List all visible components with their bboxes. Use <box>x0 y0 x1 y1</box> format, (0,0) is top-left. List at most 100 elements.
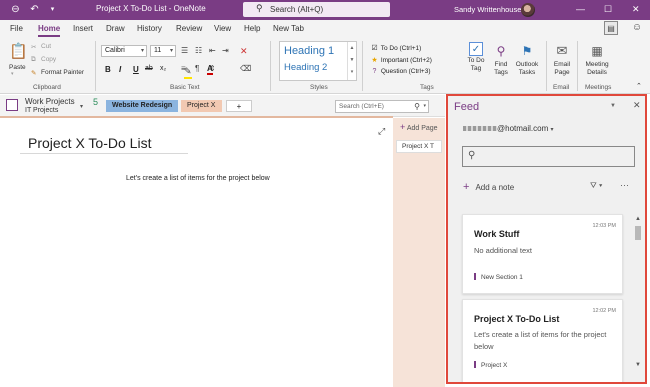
todo-tag-button[interactable]: ✓ To Do Tag <box>463 42 489 73</box>
paste-button[interactable]: Paste <box>9 64 26 71</box>
styles-gallery[interactable]: Heading 1 Heading 2 ▲ ▼ ▾ <box>279 41 357 81</box>
delete-icon[interactable]: ⌫ <box>240 63 251 75</box>
tab-review[interactable]: Review <box>176 24 202 33</box>
scroll-down-icon[interactable]: ▼ <box>635 362 641 368</box>
feed-scrollbar[interactable]: ▲ ▼ <box>634 216 643 374</box>
format-painter-icon[interactable]: ✎ <box>31 69 36 77</box>
heading2-style[interactable]: Heading 2 <box>284 62 327 73</box>
scroll-up-icon[interactable]: ▲ <box>635 216 641 222</box>
tag-question[interactable]: ? Question (Ctrl+3) <box>370 68 431 75</box>
heading1-style[interactable]: Heading 1 <box>284 45 334 57</box>
font-color-button[interactable]: A <box>207 65 213 75</box>
window-title: Project X To-Do List - OneNote <box>96 4 206 13</box>
avatar[interactable] <box>521 3 535 17</box>
chevron-down-icon[interactable]: ▼ <box>610 103 616 109</box>
tab-new-tab[interactable]: New Tab <box>273 24 304 33</box>
page-canvas[interactable]: Project X To-Do List ⤢ Let's create a li… <box>0 118 393 387</box>
search-placeholder: Search (Alt+Q) <box>270 5 324 14</box>
tab-help[interactable]: Help <box>244 24 260 33</box>
user-name[interactable]: Sandy Writtenhouse <box>454 5 521 14</box>
title-bar: ⊖ ↶ ▾ Project X To-Do List - OneNote ⚲ S… <box>0 0 650 20</box>
format-painter-button[interactable]: Format Painter <box>41 69 84 76</box>
font-name-select[interactable]: Calibri ▾ <box>101 45 147 57</box>
minimize-icon[interactable]: — <box>576 4 585 15</box>
copy-icon[interactable]: ⧉ <box>31 56 36 64</box>
font-size-select[interactable]: 11 ▾ <box>150 45 176 57</box>
outlook-tasks-button[interactable]: ⚑ Outlook Tasks <box>512 42 542 77</box>
styles-scroll[interactable]: ▲ ▼ ▾ <box>347 42 356 80</box>
tags-gallery[interactable]: ☑ To Do (Ctrl+1) ★ Important (Ctrl+2) ? … <box>367 41 458 81</box>
redacted-email <box>463 126 497 132</box>
page-title[interactable]: Project X To-Do List <box>28 135 151 151</box>
notebook-name[interactable]: Work Projects <box>25 97 75 106</box>
account-selector[interactable]: @hotmail.com ▾ <box>463 124 554 133</box>
scroll-thumb[interactable] <box>635 226 641 240</box>
clear-format-icon[interactable]: ✕ <box>240 45 248 57</box>
cut-button[interactable]: Cut <box>41 43 51 50</box>
tab-view[interactable]: View <box>214 24 231 33</box>
qat-dropdown-icon[interactable]: ▾ <box>46 3 59 16</box>
notebook-pane-icon[interactable]: ▤ <box>604 21 618 35</box>
feed-search-input[interactable]: ⚲ <box>462 146 635 167</box>
search-icon: ⚲ <box>256 3 263 13</box>
cut-icon[interactable]: ✂ <box>31 43 36 51</box>
subscript-button[interactable]: x₂ <box>160 65 166 72</box>
page-search-placeholder: Search (Ctrl+E) <box>339 103 384 110</box>
page-body-text[interactable]: Let's create a list of items for the pro… <box>126 175 270 182</box>
filter-icon[interactable]: ⛛ ▾ <box>590 181 602 191</box>
copy-button[interactable]: Copy <box>41 56 56 63</box>
section-tab-project-x[interactable]: Project X <box>181 100 222 112</box>
expand-icon[interactable]: ⤢ <box>378 126 385 137</box>
title-underline <box>20 153 188 154</box>
close-icon[interactable]: ✕ <box>632 4 640 15</box>
notebook-icon[interactable] <box>6 99 18 111</box>
feed-title: Feed <box>454 101 480 113</box>
section-color-bar <box>474 361 476 368</box>
feed-card[interactable]: 12:03 PM Work Stuff No additional text N… <box>462 214 623 294</box>
more-options-icon[interactable]: ··· <box>620 180 629 190</box>
tab-file[interactable]: File <box>10 24 23 33</box>
section-tab-website-redesign[interactable]: Website Redesign <box>106 100 178 112</box>
add-page-button[interactable]: + Add Page <box>400 122 438 132</box>
separator <box>270 41 271 91</box>
tag-todo[interactable]: ☑ To Do (Ctrl+1) <box>370 44 421 52</box>
envelope-icon: ✉ <box>556 43 568 58</box>
italic-button[interactable]: I <box>119 65 121 74</box>
add-section-button[interactable]: + <box>226 100 252 112</box>
search-box[interactable]: ⚲ Search (Alt+Q) <box>243 2 390 17</box>
bold-button[interactable]: B <box>105 65 111 74</box>
find-tags-button[interactable]: ⚲ Find Tags <box>490 42 512 77</box>
page-search-input[interactable]: Search (Ctrl+E) ⚲ ▾ <box>335 100 429 113</box>
close-icon[interactable]: ✕ <box>633 100 641 111</box>
increase-indent-icon[interactable]: ⇥ <box>222 45 229 57</box>
plus-icon: + <box>463 181 470 193</box>
bullets-icon[interactable]: ☰ <box>181 45 188 57</box>
tab-history[interactable]: History <box>137 24 162 33</box>
maximize-icon[interactable]: ☐ <box>604 4 612 15</box>
add-note-button[interactable]: + Add a note <box>463 181 514 193</box>
section-group-name[interactable]: IT Projects <box>25 107 58 114</box>
highlight-icon[interactable]: ✎ <box>184 65 192 79</box>
numbering-icon[interactable]: ☷ <box>195 45 202 57</box>
underline-button[interactable]: U <box>133 65 139 74</box>
tab-draw[interactable]: Draw <box>106 24 125 33</box>
strikethrough-button[interactable]: ab <box>145 65 153 72</box>
tab-home[interactable]: Home <box>38 24 61 37</box>
collapse-ribbon-icon[interactable]: ⌃ <box>636 82 642 90</box>
tag-important[interactable]: ★ Important (Ctrl+2) <box>370 56 432 64</box>
email-page-button[interactable]: ✉ Email Page <box>551 42 573 77</box>
chevron-down-icon[interactable]: ▾ <box>80 103 83 110</box>
tab-insert[interactable]: Insert <box>73 24 93 33</box>
page-list-item[interactable]: Project X T <box>396 140 442 153</box>
feed-card[interactable]: 12:02 PM Project X To-Do List Let's crea… <box>462 299 623 382</box>
paragraph-icon[interactable]: ¶ <box>195 63 199 75</box>
decrease-indent-icon[interactable]: ⇤ <box>209 45 216 57</box>
paste-icon[interactable]: 📋 <box>9 44 28 60</box>
undo-icon[interactable]: ↶ <box>28 3 41 16</box>
todo-tag-label: To Do Tag <box>467 57 485 72</box>
paste-dropdown-icon[interactable]: ▾ <box>11 71 14 77</box>
back-icon[interactable]: ⊖ <box>9 3 22 16</box>
calendar-icon: ▦ <box>591 44 603 58</box>
feedback-smiley-icon[interactable]: ☺ <box>630 21 644 35</box>
meeting-details-button[interactable]: ▦ Meeting Details <box>582 42 612 77</box>
